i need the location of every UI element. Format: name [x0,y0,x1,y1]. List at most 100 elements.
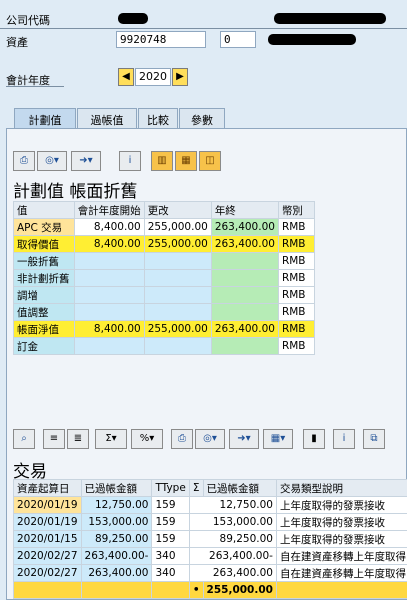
info-icon[interactable]: i [333,429,355,449]
asset-description-redacted [268,34,356,45]
table-row[interactable]: 調增 RMB [13,286,316,304]
cell-currency: RMB [277,286,316,304]
table-row[interactable]: 一般折舊 RMB [13,252,316,270]
divider [0,28,407,29]
col-header-ttype[interactable]: TType [151,479,190,497]
print-icon[interactable]: ⎙ [171,429,193,449]
row-label: 非計劃折舊 [13,269,75,287]
subtotal-icon[interactable]: %▾ [131,429,163,449]
layout-icon[interactable]: ▥ [151,151,173,171]
cell-year-end: 263,400.00 [210,235,279,253]
arrow-left-icon[interactable]: ◀ [118,68,134,86]
cell-currency: RMB [277,337,316,355]
row-label: 取得價值 [13,235,75,253]
tab-planned-values[interactable]: 計劃值 [14,108,76,130]
cell-change [143,269,212,287]
col-header-posted-amount-2[interactable]: 已過帳金額 [202,479,277,497]
fiscal-year-field[interactable]: 2020 [135,68,171,86]
table-row[interactable]: 取得價值 8,400.00 255,000.00 263,400.00 RMB [13,235,316,253]
sort-asc-icon[interactable]: ≡ [43,429,65,449]
tab-posted-values[interactable]: 過帳值 [77,108,137,129]
sort-desc-icon[interactable]: ≣ [67,429,89,449]
asset-number-field[interactable]: 9920748 [116,31,206,48]
settings-icon[interactable]: ◎▾ [195,429,225,449]
cell-total-blank [151,581,190,599]
cell-currency: RMB [277,252,316,270]
table-row[interactable]: 非計劃折舊 RMB [13,269,316,287]
table-row[interactable]: 帳面淨值 8,400.00 255,000.00 263,400.00 RMB [13,320,316,338]
sum-icon[interactable]: Σ▾ [95,429,127,449]
cell-posted-amount-2: 89,250.00 [188,530,277,548]
company-code-label: 公司代碼 [6,14,50,27]
cell-posted-amount: 263,400.00- [80,547,153,565]
cell-ttype: 159 [151,496,190,514]
company-name-redacted [274,13,386,24]
cell-fy-start [73,252,145,270]
export-icon[interactable]: ➜▾ [229,429,259,449]
calculator-icon[interactable]: ▦ [175,151,197,171]
planned-section-title: 計劃值 帳面折舊 [13,182,138,202]
cell-total-blank [275,581,407,599]
cell-ttype: 159 [151,513,190,531]
chart-icon[interactable]: ▮ [303,429,325,449]
cell-year-end [210,303,279,321]
chart-icon[interactable]: ◫ [199,151,221,171]
asset-subnumber-field[interactable]: 0 [220,31,256,48]
col-header-posted-amount[interactable]: 已過帳金額 [80,479,153,497]
asset-label: 資產 [6,36,28,49]
col-header-change[interactable]: 更改 [143,201,212,219]
cell-total-blank [80,581,153,599]
cell-change [143,286,212,304]
col-header-fy-start[interactable]: 會計年度開始 [73,201,145,219]
cell-asset-date: 2020/01/19 [13,513,82,531]
cell-posted-amount: 263,400.00 [80,564,153,582]
transactions-table: 資產起算日 已過帳金額 TType Σ 已過帳金額 交易類型說明 2020/01… [13,479,407,599]
export-icon[interactable]: ➜▾ [71,151,101,171]
cell-year-end: 263,400.00 [210,320,279,338]
col-header-asset-date[interactable]: 資產起算日 [13,479,82,497]
col-header-value[interactable]: 值 [13,201,75,219]
cell-fy-start [73,337,145,355]
cell-change [143,303,212,321]
cell-posted-amount-2: 153,000.00 [188,513,277,531]
planned-values-table: 值 會計年度開始 更改 年終 幣別 APC 交易 8,400.00 255,00… [13,201,316,355]
col-header-sum[interactable]: Σ [188,479,204,497]
row-label: 帳面淨值 [13,320,75,338]
total-row[interactable]: • 255,000.00 [13,581,407,599]
col-header-year-end[interactable]: 年終 [210,201,279,219]
cell-fy-start [73,286,145,304]
copy-icon[interactable]: ⧉ [363,429,385,449]
table-row[interactable]: 訂金 RMB [13,337,316,355]
cell-currency: RMB [277,269,316,287]
grid-icon[interactable]: ▦▾ [263,429,293,449]
table-row[interactable]: 2020/02/27 263,400.00 340 263,400.00 自在建… [13,564,407,582]
cell-year-end [210,252,279,270]
arrow-right-icon[interactable]: ▶ [172,68,188,86]
table-row[interactable]: 2020/01/19 153,000.00 159 153,000.00 上年度… [13,513,407,531]
cell-change [143,252,212,270]
col-header-ttype-desc[interactable]: 交易類型說明 [275,479,407,497]
table-row[interactable]: 2020/01/19 12,750.00 159 12,750.00 上年度取得… [13,496,407,514]
fiscal-year-underline [6,86,64,87]
print-icon[interactable]: ⎙ [13,151,35,171]
table-row[interactable]: 2020/01/15 89,250.00 159 89,250.00 上年度取得… [13,530,407,548]
tab-comparison[interactable]: 比較 [138,108,178,129]
info-icon[interactable]: i [119,151,141,171]
cell-change: 255,000.00 [143,320,212,338]
settings-icon[interactable]: ◎▾ [37,151,67,171]
cell-currency: RMB [277,235,316,253]
cell-change [143,337,212,355]
table-row[interactable]: 2020/02/27 263,400.00- 340 263,400.00- 自… [13,547,407,565]
cell-year-end [210,269,279,287]
row-label: 一般折舊 [13,252,75,270]
cell-posted-amount: 89,250.00 [80,530,153,548]
cell-currency: RMB [277,320,316,338]
row-label: 值調整 [13,303,75,321]
table-row[interactable]: APC 交易 8,400.00 255,000.00 263,400.00 RM… [13,218,316,236]
col-header-currency[interactable]: 幣別 [277,201,316,219]
find-icon[interactable]: ⌕ [13,429,35,449]
cell-ttype-desc: 自在建資產移轉上年度取得 [275,547,407,565]
tab-parameters[interactable]: 參數 [179,108,225,129]
cell-ttype: 159 [151,530,190,548]
table-row[interactable]: 值調整 RMB [13,303,316,321]
